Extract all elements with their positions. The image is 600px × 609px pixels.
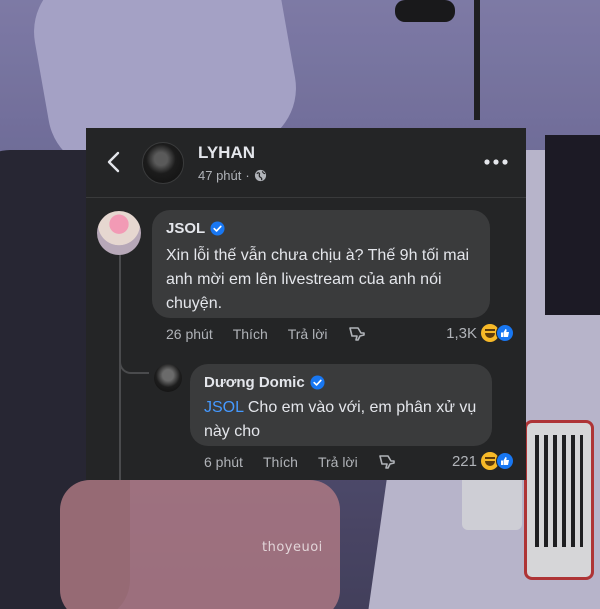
comment-bubble: JSOL Xin lỗi thế vẫn chưa chịu à? Thế 9h… <box>152 210 490 318</box>
reaction-count: 221 <box>451 452 477 470</box>
dislike-icon[interactable] <box>378 453 396 471</box>
reply-author: Dương Domic <box>204 374 325 391</box>
comment-text: Xin lỗi thế vẫn chưa chịu à? Thế 9h tối … <box>166 247 470 312</box>
post-meta: 47 phút · <box>198 168 267 183</box>
verified-badge-icon <box>210 221 225 236</box>
comment-panel: LYHAN 47 phút · JSOL Xin lỗi thế vẫn chư… <box>86 128 526 480</box>
reply-connector <box>119 352 149 374</box>
reply-text: JSOL Cho em vào với, em phân xử vụ này c… <box>204 396 489 444</box>
reply-bubble: Dương Domic JSOL Cho em vào với, em phân… <box>190 364 492 446</box>
comment-author: JSOL <box>166 220 225 237</box>
like-button[interactable]: Thích <box>233 326 268 342</box>
reaction-count: 1,3K <box>446 324 477 342</box>
commenter-avatar-duong-domic[interactable] <box>154 364 182 392</box>
reply-button[interactable]: Trả lời <box>288 326 328 342</box>
reaction-summary[interactable]: 221 <box>452 452 514 470</box>
dislike-icon[interactable] <box>348 325 366 343</box>
post-header: LYHAN 47 phút · <box>86 128 526 198</box>
watermark: thoyeuoi <box>262 540 323 555</box>
comment-actions: 26 phút Thích Trả lời <box>166 325 366 343</box>
reply-author-name[interactable]: Dương Domic <box>204 374 305 391</box>
post-time: 47 phút <box>198 168 242 183</box>
post-author-name[interactable]: LYHAN <box>198 143 255 163</box>
reply-time: 6 phút <box>204 454 243 470</box>
globe-icon <box>254 169 266 182</box>
mention-link[interactable]: JSOL <box>204 399 243 416</box>
like-button[interactable]: Thích <box>263 454 298 470</box>
like-icon <box>496 324 514 342</box>
commenter-avatar-jsol[interactable] <box>97 211 141 255</box>
meta-separator: · <box>245 168 250 183</box>
post-author-avatar[interactable] <box>142 142 184 184</box>
back-icon[interactable] <box>104 150 124 174</box>
comment-author-name[interactable]: JSOL <box>166 220 205 237</box>
verified-badge-icon <box>310 375 325 390</box>
reply-button[interactable]: Trả lời <box>318 454 358 470</box>
reaction-summary[interactable]: 1,3K <box>446 324 514 342</box>
like-icon <box>496 452 514 470</box>
more-options-icon[interactable] <box>484 158 508 166</box>
comment-time: 26 phút <box>166 326 213 342</box>
reply-body: Cho em vào với, em phân xử vụ này cho <box>204 399 477 440</box>
reply-actions: 6 phút Thích Trả lời <box>204 453 396 471</box>
